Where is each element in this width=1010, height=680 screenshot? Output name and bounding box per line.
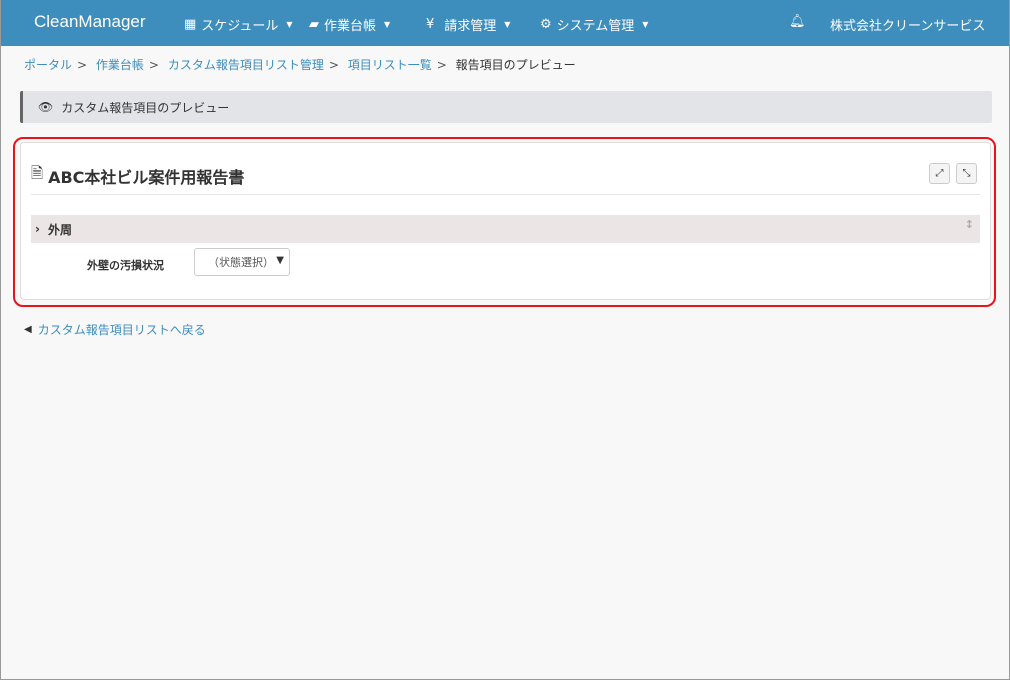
divider	[31, 194, 980, 195]
yen-icon: ¥	[426, 17, 435, 32]
breadcrumb-sep: >	[328, 58, 339, 72]
menu-label: システム管理	[556, 19, 635, 34]
back-link[interactable]: ◀ カスタム報告項目リストへ戻る	[24, 321, 206, 338]
menu-schedule[interactable]: ▦ スケジュール ▼	[184, 15, 293, 34]
eye-icon: 👁︎	[38, 100, 54, 114]
select-value: （状態選択）	[208, 256, 274, 269]
caret-down-icon: ▼	[642, 20, 649, 29]
breadcrumb-sep: >	[436, 58, 447, 72]
calendar-icon: ▦	[184, 17, 197, 32]
menu-label: 請求管理	[444, 19, 497, 34]
section-title: 外周	[47, 222, 72, 237]
breadcrumb-sep: >	[77, 58, 88, 72]
field-label: 外壁の汚損状況	[87, 259, 164, 272]
breadcrumb-item-list[interactable]: 項目リスト一覧	[348, 58, 432, 72]
report-title: ABC本社ビル案件用報告書	[48, 167, 245, 187]
breadcrumb-portal[interactable]: ポータル	[24, 58, 72, 72]
menu-label: スケジュール	[201, 19, 279, 34]
compress-icon: ⤡	[962, 168, 971, 179]
breadcrumb-custom-list-mgmt[interactable]: カスタム報告項目リスト管理	[168, 58, 324, 72]
section-header[interactable]: › 外周 ↕	[31, 215, 980, 243]
chevron-down-icon: ▼	[276, 255, 284, 266]
menu-work-ledger[interactable]: ▰ 作業台帳 ▼	[309, 15, 390, 34]
back-link-label: カスタム報告項目リストへ戻る	[37, 323, 206, 337]
breadcrumb: ポータル > 作業台帳 > カスタム報告項目リスト管理 > 項目リスト一覧 > 報告項目…	[24, 56, 576, 73]
book-icon: ▰	[309, 17, 319, 32]
page-title: カスタム報告項目のプレビュー	[61, 100, 230, 115]
company-menu[interactable]: 株式会社クリーンサービス	[830, 15, 985, 34]
menu-system[interactable]: ⚙ システム管理 ▼	[540, 15, 648, 34]
menu-billing[interactable]: ¥ 請求管理 ▼	[426, 15, 510, 34]
caret-down-icon: ▼	[384, 20, 391, 29]
menu-label: 作業台帳	[324, 19, 377, 34]
preview-panel: 🗎︎ ABC本社ビル案件用報告書 ⤢ ⤡ › 外周 ↕ 外壁の汚損状況 （状態選択…	[20, 142, 991, 300]
breadcrumb-sep: >	[148, 58, 159, 72]
bell-icon[interactable]: 🔔︎	[789, 14, 806, 29]
document-icon: 🗎︎	[31, 164, 44, 182]
expand-all-button[interactable]: ⤢	[929, 163, 950, 184]
gears-icon: ⚙	[540, 17, 552, 32]
caret-down-icon: ▼	[504, 20, 511, 29]
page-title-bar: 👁︎ カスタム報告項目のプレビュー	[20, 91, 992, 123]
collapse-all-button[interactable]: ⤡	[956, 163, 977, 184]
condition-select[interactable]: （状態選択） ▼	[194, 248, 290, 276]
chevron-right-icon: ›	[35, 222, 40, 236]
breadcrumb-work-ledger[interactable]: 作業台帳	[96, 58, 144, 72]
top-navbar: CleanManager ▦ スケジュール ▼ ▰ 作業台帳 ▼ ¥ 請求管理 ▼ ⚙ システ…	[1, 0, 1009, 46]
brand-logo[interactable]: CleanManager	[34, 12, 146, 32]
caret-down-icon: ▼	[286, 20, 293, 29]
caret-left-icon: ◀	[24, 324, 32, 335]
expand-icon: ⤢	[935, 168, 944, 179]
drag-handle-icon[interactable]: ↕	[965, 218, 974, 231]
breadcrumb-current: 報告項目のプレビュー	[455, 58, 576, 72]
